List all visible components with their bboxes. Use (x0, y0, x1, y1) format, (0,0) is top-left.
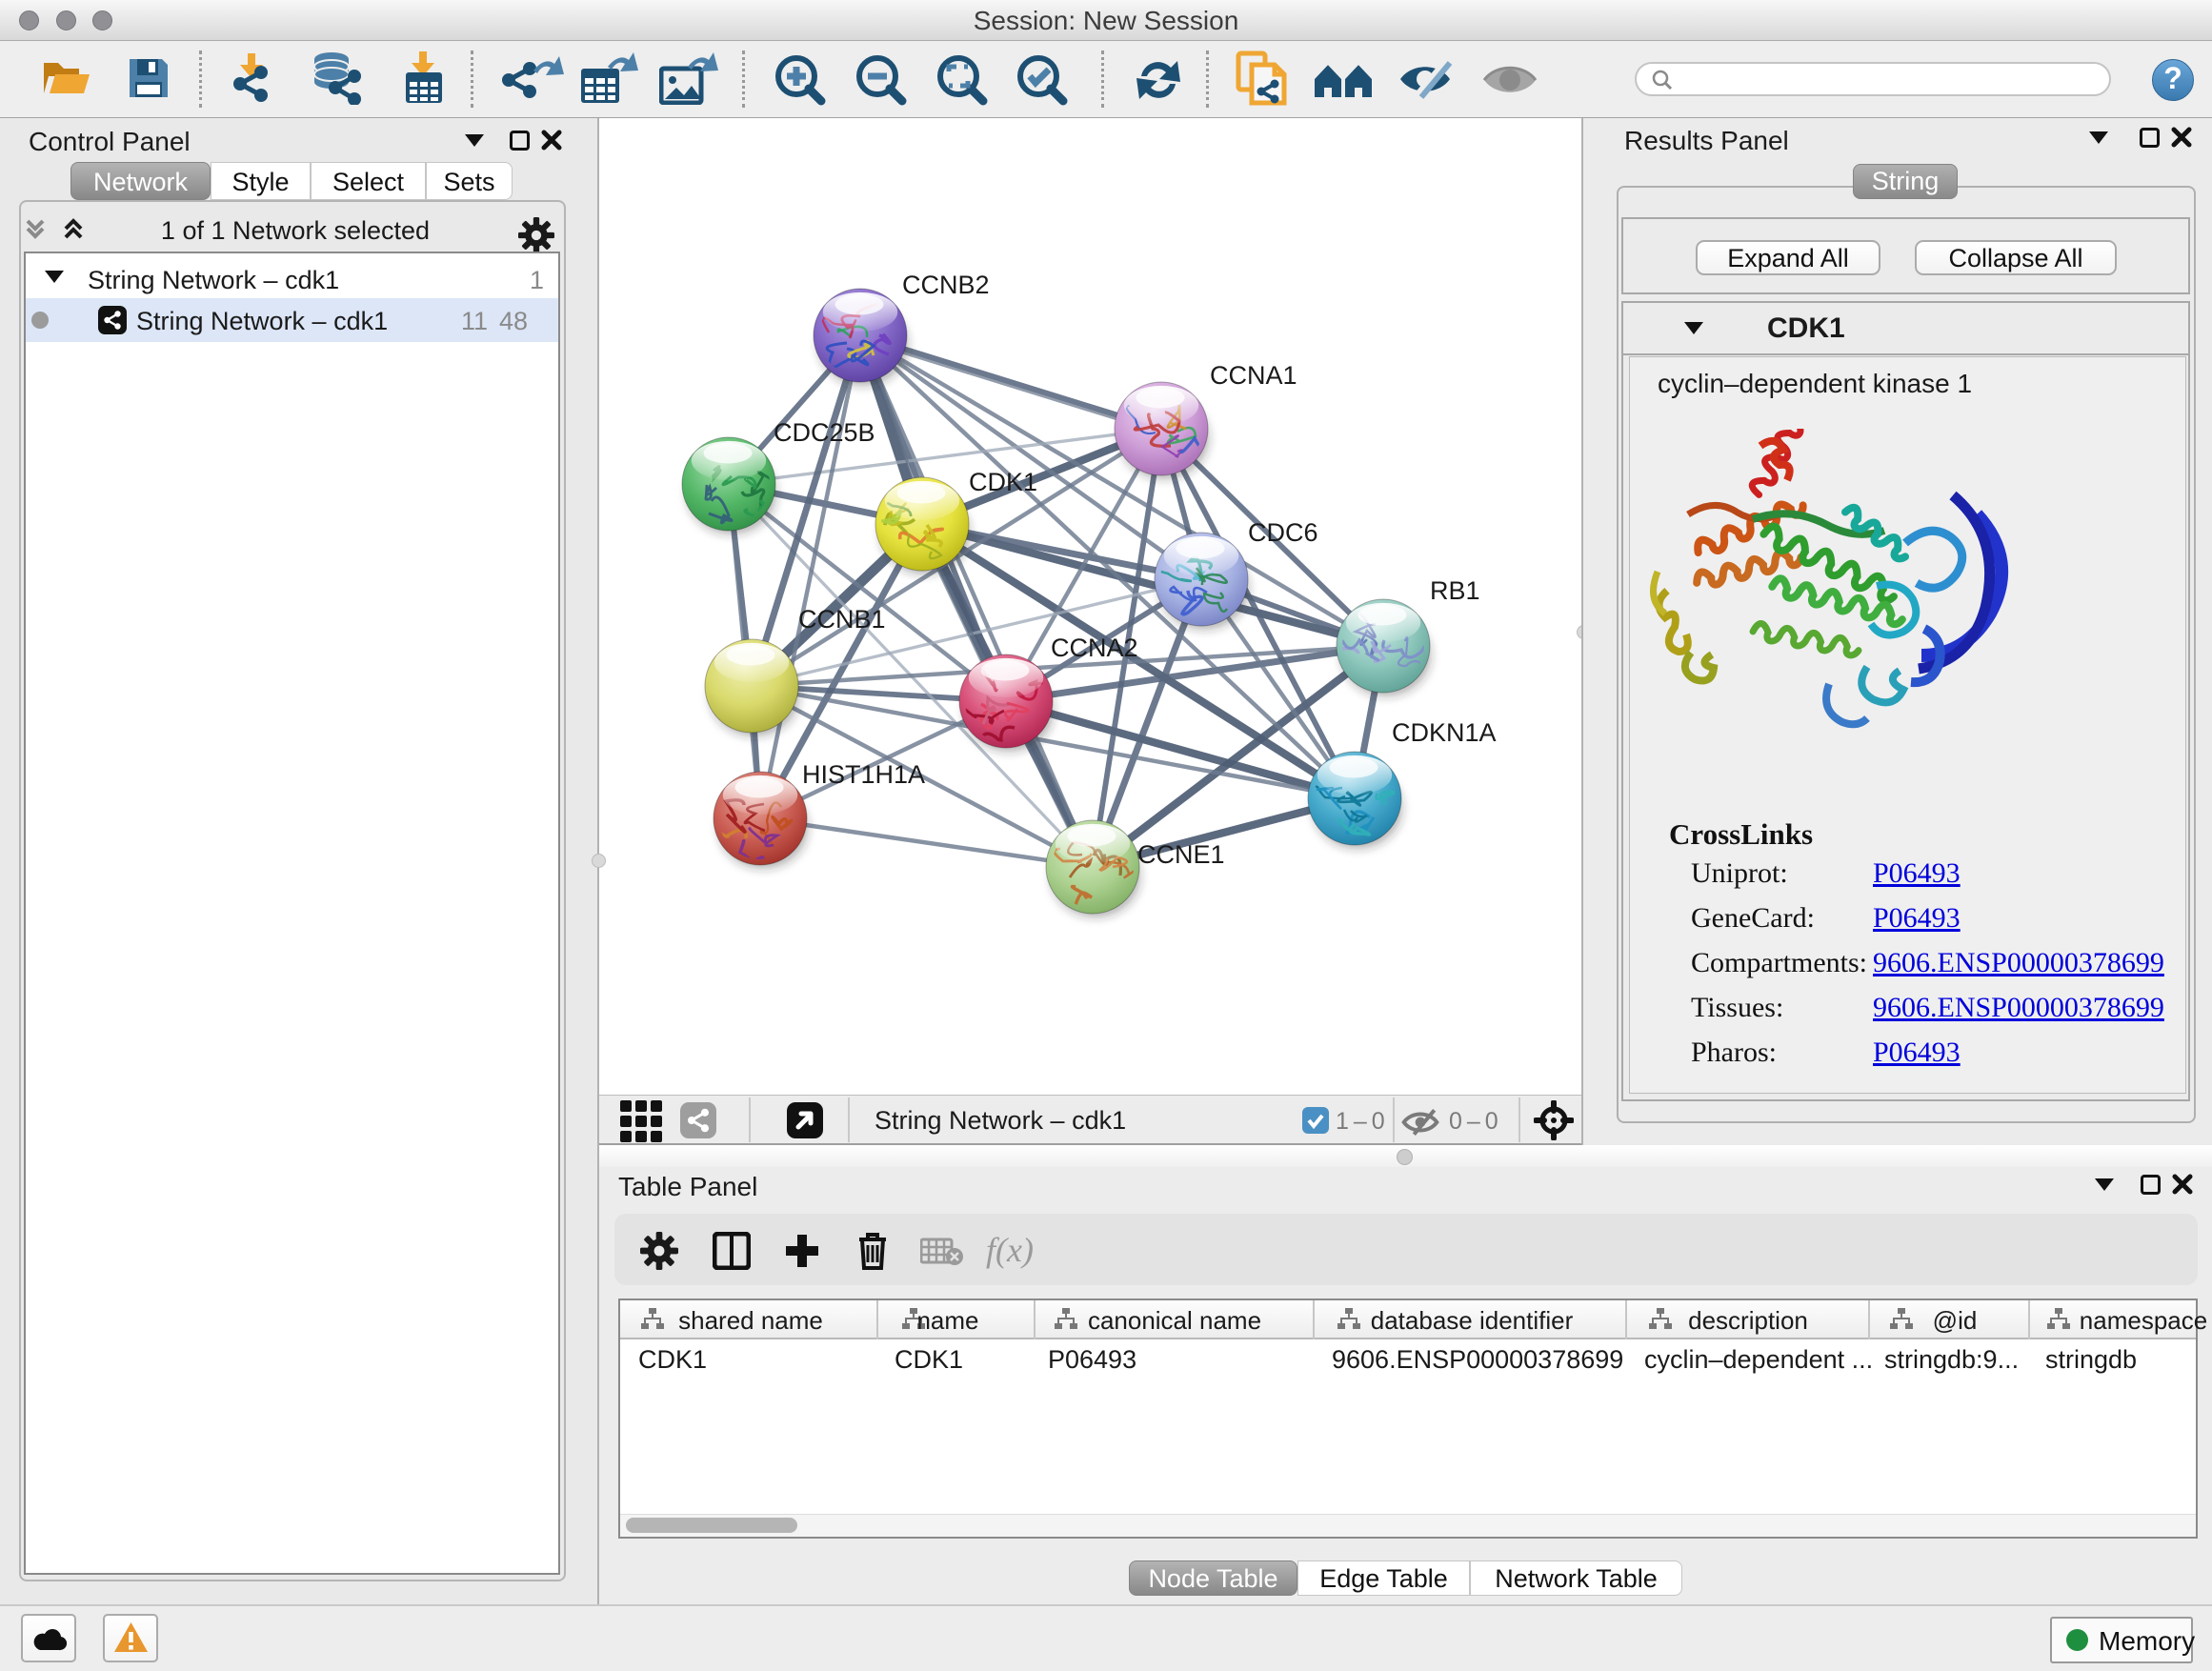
svg-text:CDC6: CDC6 (1248, 518, 1318, 547)
svg-text:CCNA1: CCNA1 (1210, 361, 1297, 390)
svg-text:CCNB2: CCNB2 (902, 271, 990, 299)
svg-text:RB1: RB1 (1430, 576, 1480, 605)
svg-text:CCNA2: CCNA2 (1051, 634, 1138, 662)
svg-text:CDKN1A: CDKN1A (1392, 718, 1497, 747)
svg-text:CCNE1: CCNE1 (1137, 840, 1225, 869)
svg-text:CDC25B: CDC25B (774, 418, 875, 447)
svg-text:CDK1: CDK1 (969, 468, 1037, 496)
svg-text:HIST1H1A: HIST1H1A (802, 760, 925, 789)
svg-text:CCNB1: CCNB1 (798, 605, 886, 634)
